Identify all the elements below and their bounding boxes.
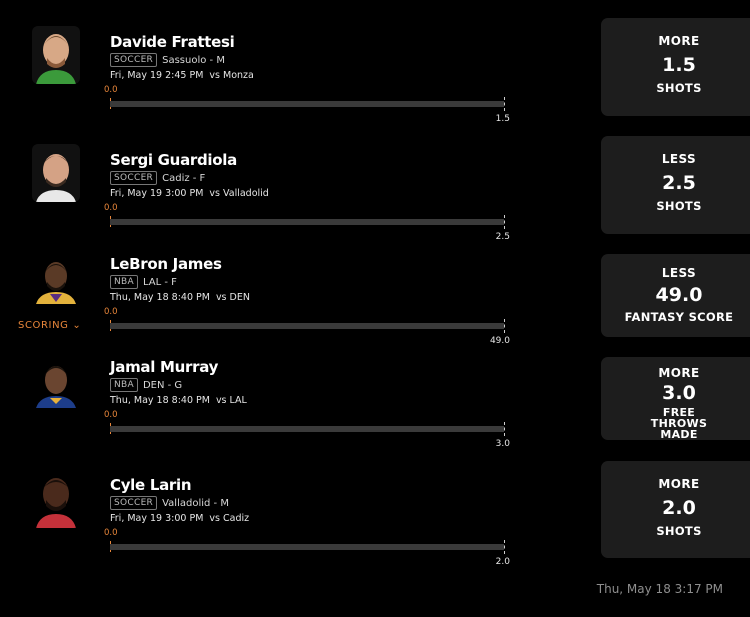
progress-bar <box>110 101 504 107</box>
pick-card[interactable]: MORE 3.0 FREE THROWS MADE <box>601 357 750 440</box>
league-badge: NBA <box>110 275 138 289</box>
team-position: Sassuolo - M <box>162 54 225 66</box>
team-position: LAL - F <box>142 276 177 288</box>
bar-end-label: 3.0 <box>495 439 510 449</box>
bar-end-label: 49.0 <box>489 336 510 346</box>
scoring-label: SCORING <box>18 320 69 331</box>
game-date: Fri, May 19 3:00 PM <box>110 513 204 524</box>
progress-bar <box>110 544 504 550</box>
player-avatar <box>32 26 80 84</box>
pick-line: 2.5 <box>662 172 696 194</box>
player-name[interactable]: LeBron James <box>110 255 222 273</box>
pick-direction: MORE <box>658 366 700 380</box>
pick-direction: LESS <box>661 266 697 280</box>
game-date: Thu, May 18 8:40 PM <box>110 395 210 406</box>
team-position: Valladolid - M <box>162 497 229 509</box>
game-date: Fri, May 19 2:45 PM <box>110 70 204 81</box>
game-time: Thu, May 18 8:40 PM vs DEN <box>110 292 250 303</box>
scoring-toggle[interactable]: SCORING ⌄ <box>18 320 81 331</box>
league-badge: SOCCER <box>110 171 158 185</box>
player-meta: SOCCER Sassuolo - M <box>110 53 225 67</box>
player-name[interactable]: Jamal Murray <box>110 358 218 376</box>
bar-end-tick <box>504 97 505 111</box>
bar-end-tick <box>504 540 505 554</box>
progress-bar <box>110 426 504 432</box>
pick-stat: SHOTS <box>656 199 702 213</box>
bar-end-tick <box>504 215 505 229</box>
bar-end-tick <box>504 422 505 436</box>
chevron-down-icon: ⌄ <box>72 320 82 331</box>
pick-card[interactable]: LESS 49.0 FANTASY SCORE <box>601 254 750 337</box>
player-avatar <box>32 470 80 528</box>
bar-start-label: 0.0 <box>104 528 118 538</box>
league-badge: NBA <box>110 378 138 392</box>
footer-timestamp: Thu, May 18 3:17 PM <box>596 582 723 596</box>
pick-stat: FREE THROWS MADE <box>650 406 708 441</box>
player-meta: NBA DEN - G <box>110 378 182 392</box>
opponent: vs DEN <box>215 292 250 303</box>
player-avatar <box>32 358 80 416</box>
bar-end-label: 2.5 <box>495 232 510 242</box>
pick-card[interactable]: MORE 2.0 SHOTS <box>601 461 750 558</box>
pick-stat: SHOTS <box>656 81 702 95</box>
pick-card[interactable]: MORE 1.5 SHOTS <box>601 18 750 116</box>
pick-line: 2.0 <box>662 497 696 519</box>
game-time: Fri, May 19 3:00 PM vs Cadiz <box>110 513 249 524</box>
pick-line: 3.0 <box>662 382 696 404</box>
player-avatar <box>32 254 80 312</box>
league-badge: SOCCER <box>110 53 158 67</box>
game-time: Fri, May 19 2:45 PM vs Monza <box>110 70 254 81</box>
opponent: vs Monza <box>209 70 254 81</box>
progress-bar <box>110 323 504 329</box>
progress-bar <box>110 219 504 225</box>
bar-end-tick <box>504 319 505 333</box>
player-avatar <box>32 144 80 202</box>
bar-start-label: 0.0 <box>104 203 118 213</box>
game-date: Thu, May 18 8:40 PM <box>110 292 210 303</box>
game-time: Fri, May 19 3:00 PM vs Valladolid <box>110 188 269 199</box>
team-position: DEN - G <box>142 379 183 391</box>
pick-card[interactable]: LESS 2.5 SHOTS <box>601 136 750 234</box>
bar-start-label: 0.0 <box>104 410 118 420</box>
player-name[interactable]: Cyle Larin <box>110 476 192 494</box>
pick-line: 49.0 <box>655 284 703 306</box>
league-badge: SOCCER <box>110 496 158 510</box>
bar-start-label: 0.0 <box>104 307 118 317</box>
pick-stat: SHOTS <box>656 524 702 538</box>
team-position: Cadiz - F <box>162 172 206 184</box>
player-meta: SOCCER Cadiz - F <box>110 171 205 185</box>
opponent: vs Cadiz <box>209 513 250 524</box>
game-time: Thu, May 18 8:40 PM vs LAL <box>110 395 247 406</box>
pick-line: 1.5 <box>662 54 696 76</box>
bar-start-label: 0.0 <box>104 85 118 95</box>
bar-end-label: 2.0 <box>495 557 510 567</box>
pick-direction: LESS <box>661 152 697 166</box>
pick-direction: MORE <box>658 34 700 48</box>
player-name[interactable]: Sergi Guardiola <box>110 151 237 169</box>
opponent: vs LAL <box>215 395 247 406</box>
game-date: Fri, May 19 3:00 PM <box>110 188 204 199</box>
bar-end-label: 1.5 <box>495 114 510 124</box>
player-meta: NBA LAL - F <box>110 275 177 289</box>
opponent: vs Valladolid <box>209 188 269 199</box>
player-meta: SOCCER Valladolid - M <box>110 496 229 510</box>
pick-stat: FANTASY SCORE <box>624 310 734 324</box>
pick-direction: MORE <box>658 477 700 491</box>
player-name[interactable]: Davide Frattesi <box>110 33 235 51</box>
